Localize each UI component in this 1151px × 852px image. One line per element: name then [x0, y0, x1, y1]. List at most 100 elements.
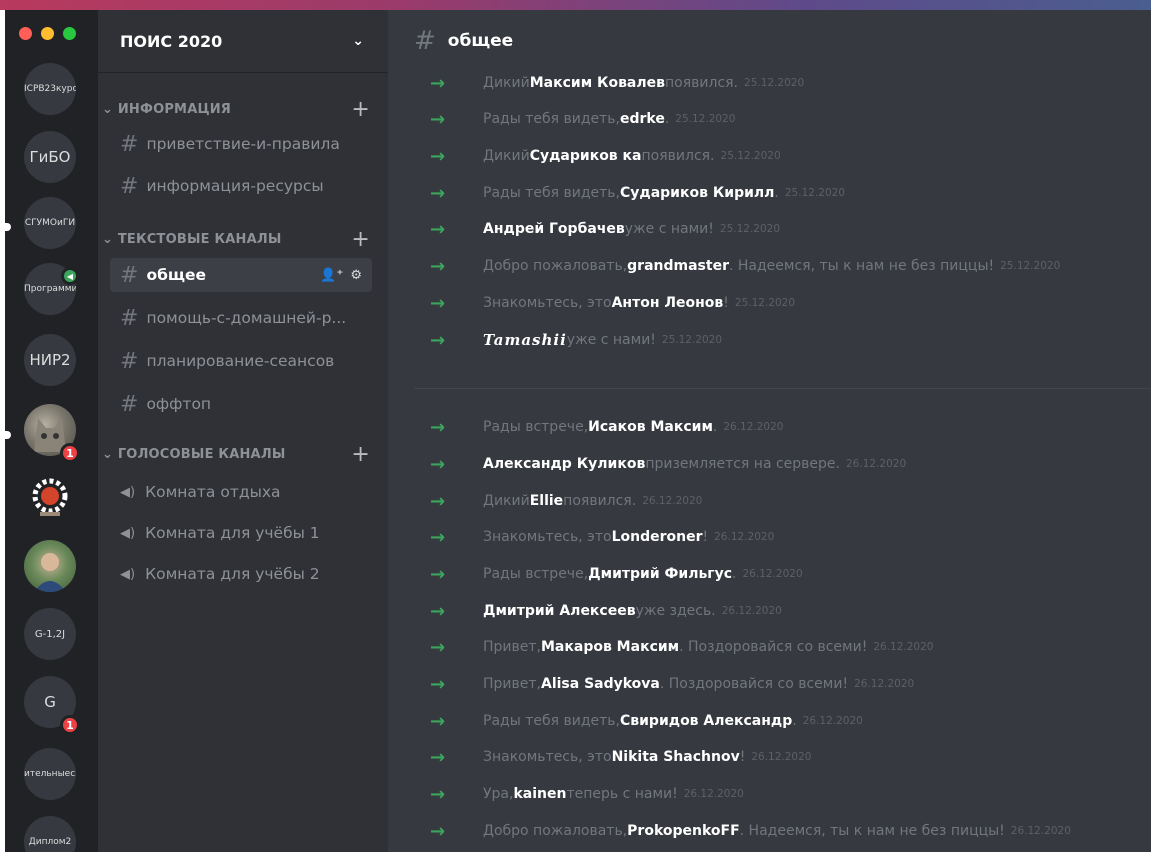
- username[interactable]: Дмитрий Алексеев: [483, 603, 636, 619]
- username[interactable]: Андрей Горбачев: [483, 221, 625, 237]
- voice-channel-ucheba-2[interactable]: ◀) Комната для учёбы 2: [110, 557, 372, 591]
- server-icon-nir2[interactable]: НИР2: [24, 334, 76, 386]
- username[interactable]: Ellie: [530, 493, 563, 509]
- message-text: !: [739, 749, 746, 765]
- channel-offtop[interactable]: # оффтоп: [110, 387, 372, 421]
- username[interactable]: Londeroner: [612, 529, 703, 545]
- join-arrow-icon: →: [430, 563, 446, 585]
- username[interactable]: Alisa Sadykova: [541, 676, 660, 692]
- gear-icon[interactable]: ⚙: [350, 268, 362, 283]
- server-icon-sgumoigi[interactable]: СГУМОиГИ: [24, 197, 76, 249]
- system-join-message: → Привет, Макаров Максим. Поздоровайся со…: [388, 632, 1151, 662]
- message-text: .: [774, 185, 779, 201]
- username[interactable]: Судариков ка: [530, 148, 642, 164]
- message-text: !: [702, 529, 709, 545]
- zoom-window-button[interactable]: [63, 27, 76, 40]
- message-text: Знакомьтесь, это: [483, 295, 612, 311]
- system-join-message: → Дмитрий Алексеев уже здесь. 26.12.2020: [388, 596, 1151, 626]
- username[interactable]: Дмитрий Фильгус: [588, 566, 732, 582]
- system-join-message: → Знакомьтесь, это Nikita Shachnov! 26.12.…: [388, 742, 1151, 772]
- close-window-button[interactable]: [19, 27, 32, 40]
- username[interactable]: ProkopenkoFF: [627, 823, 740, 839]
- username[interactable]: kainen: [513, 786, 566, 802]
- hash-icon: #: [120, 131, 139, 157]
- add-channel-icon[interactable]: +: [351, 227, 370, 252]
- voice-channel-otdyh[interactable]: ◀) Комната отдыха: [110, 475, 372, 509]
- username[interactable]: Судариков Кирилл: [620, 185, 774, 201]
- voice-channel-ucheba-1[interactable]: ◀) Комната для учёбы 1: [110, 516, 372, 550]
- chat-channel-title: общее: [447, 31, 514, 51]
- message-timestamp: 26.12.2020: [802, 715, 863, 727]
- username[interactable]: edrke: [620, 111, 665, 127]
- channel-planirovanie[interactable]: # планирование-сеансов: [110, 344, 372, 378]
- message-text: уже с нами!: [624, 221, 714, 237]
- chevron-down-icon: ⌄: [102, 231, 118, 247]
- mention-badge: 1: [60, 715, 80, 735]
- channel-label: планирование-сеансов: [146, 352, 335, 370]
- username[interactable]: Исаков Максим: [588, 419, 713, 435]
- message-text: .: [732, 566, 737, 582]
- message-text: !: [723, 295, 729, 311]
- add-channel-icon[interactable]: +: [351, 442, 370, 467]
- server-icon-gibo[interactable]: ГиБО: [24, 131, 76, 183]
- username[interactable]: grandmaster: [627, 258, 729, 274]
- server-icon-person-avatar[interactable]: [24, 540, 76, 592]
- system-join-message: → Рады тебя видеть, Судариков Кирилл. 25.1…: [388, 178, 1151, 208]
- username[interactable]: Nikita Shachnov: [612, 749, 740, 765]
- server-icon-icpb23[interactable]: ICPB23курс: [24, 63, 76, 115]
- hash-icon: #: [120, 348, 139, 374]
- gear-logo-icon: [32, 478, 68, 516]
- message-timestamp: 26.12.2020: [1010, 825, 1071, 837]
- server-icon-diplom2[interactable]: Диплом2: [24, 816, 76, 852]
- system-join-message: → Tamashii уже с нами! 25.12.2020: [388, 325, 1151, 355]
- username[interactable]: Свиридов Александр: [620, 713, 792, 729]
- join-arrow-icon: →: [430, 255, 446, 277]
- channel-label: приветствие-и-правила: [146, 135, 340, 153]
- category-voice[interactable]: ⌄ ГОЛОСОВЫЕ КАНАЛЫ +: [98, 442, 388, 467]
- message-text: . Поздоровайся со всеми!: [659, 676, 849, 692]
- chat-area: # общее → Дикий Максим Ковалев появился. 2…: [388, 10, 1151, 852]
- join-arrow-icon: →: [430, 145, 446, 167]
- message-text: Рады тебя видеть,: [483, 713, 620, 729]
- message-timestamp: 26.12.2020: [723, 421, 784, 433]
- minimize-window-button[interactable]: [41, 27, 54, 40]
- channel-obshchee[interactable]: # общее 👤⁺ ⚙: [110, 258, 372, 292]
- join-arrow-icon: →: [430, 526, 446, 548]
- channel-privetstvie[interactable]: # приветствие-и-правила: [110, 127, 372, 161]
- discord-window: ICPB23курс ГиБО СГУМОиГИ Программиро ◀ Н…: [5, 10, 1151, 852]
- message-timestamp: 25.12.2020: [1000, 260, 1061, 272]
- category-label: ТЕКСТОВЫЕ КАНАЛЫ: [117, 231, 282, 247]
- server-icon-g12j[interactable]: G-1,2J: [24, 608, 76, 660]
- username[interactable]: Антон Леонов: [612, 295, 724, 311]
- invite-icon[interactable]: 👤⁺: [320, 268, 343, 283]
- username[interactable]: Александр Куликов: [483, 456, 645, 472]
- channel-informaciya-resursy[interactable]: # информация-ресурсы: [110, 169, 372, 203]
- person-avatar-icon: [34, 553, 66, 592]
- server-label: ICPB23курс: [24, 84, 76, 94]
- system-join-message: → Рады встрече, Исаков Максим. 26.12.2020: [388, 412, 1151, 442]
- add-channel-icon[interactable]: +: [351, 97, 370, 122]
- system-join-message: → Александр Куликов приземляется на серве…: [388, 449, 1151, 479]
- username[interactable]: Макаров Максим: [541, 639, 679, 655]
- system-join-message: → Дикий Судариков ка появился. 25.12.2020: [388, 141, 1151, 171]
- channel-label: помощь-с-домашней-р...: [146, 309, 347, 327]
- category-info[interactable]: ⌄ ИНФОРМАЦИЯ +: [98, 97, 388, 122]
- channel-pomoshch[interactable]: # помощь-с-домашней-р...: [110, 301, 372, 335]
- speaker-icon: ◀): [120, 484, 136, 500]
- server-label: Диплом2: [28, 837, 72, 847]
- server-label: ительныесі: [24, 769, 76, 779]
- message-timestamp: 25.12.2020: [734, 297, 796, 309]
- server-icon-itelnye[interactable]: ительныесі: [24, 748, 76, 800]
- hash-icon: #: [120, 391, 139, 417]
- chevron-down-icon: ⌄: [102, 446, 118, 462]
- category-text[interactable]: ⌄ ТЕКСТОВЫЕ КАНАЛЫ +: [98, 227, 388, 252]
- join-arrow-icon: →: [430, 72, 446, 94]
- hash-icon: #: [120, 173, 139, 199]
- guild-header[interactable]: ПОИС 2020 ⌄: [98, 10, 388, 72]
- server-icon-gear-logo[interactable]: [24, 472, 76, 524]
- username[interactable]: Tamashii: [483, 331, 567, 349]
- unread-indicator: [5, 223, 11, 231]
- username[interactable]: Максим Ковалев: [530, 75, 665, 91]
- message-timestamp: 26.12.2020: [846, 458, 907, 470]
- guild-name: ПОИС 2020: [120, 31, 223, 51]
